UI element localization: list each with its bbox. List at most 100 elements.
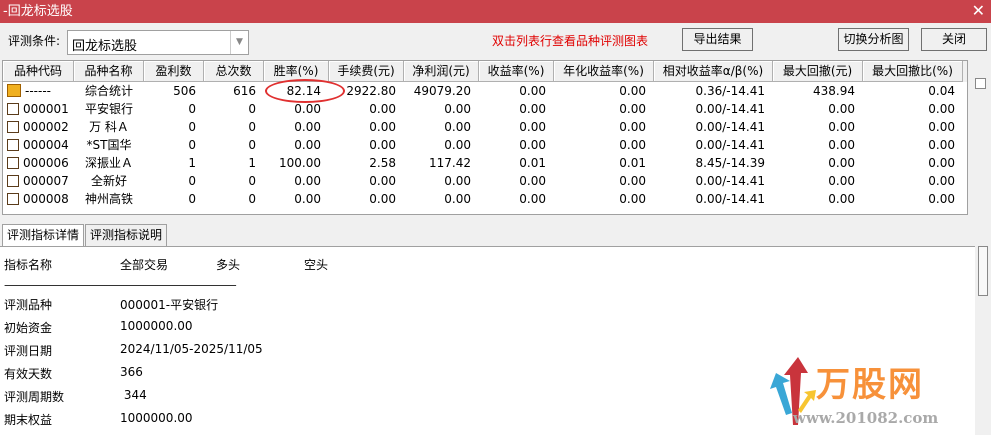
- table-cell: 0.00: [828, 120, 855, 134]
- column-header[interactable]: 盈利数: [144, 61, 204, 82]
- table-cell: 0: [248, 120, 256, 134]
- document-icon: [7, 139, 19, 151]
- table-cell: *ST国华: [86, 138, 132, 152]
- table-cell: 0.00: [928, 156, 955, 170]
- table-cell: 0: [188, 120, 196, 134]
- table-cell: 0.00: [619, 192, 646, 206]
- indicator-value: 366: [120, 365, 143, 379]
- table-cell: 438.94: [813, 84, 855, 98]
- table-cell: 0.00: [444, 174, 471, 188]
- table-cell: 616: [233, 84, 256, 98]
- table-cell: 0.00: [444, 102, 471, 116]
- table-cell: 506: [173, 84, 196, 98]
- watermark-logo: 万股网 www.201082.com: [768, 355, 978, 430]
- column-header[interactable]: 总次数: [204, 61, 264, 82]
- column-header[interactable]: 手续费(元): [329, 61, 404, 82]
- close-icon[interactable]: ✕: [972, 0, 985, 22]
- column-header[interactable]: 胜率(%): [264, 61, 329, 82]
- header-long: 多头: [216, 258, 241, 272]
- table-cell: 000004: [3, 136, 74, 154]
- table-row[interactable]: 000004 *ST国华 0 0 0.00 0.00 0.00 0.00 0.00 0.00/-1…: [3, 136, 967, 154]
- table-cell: 0.00: [294, 102, 321, 116]
- table-cell: 2922.80: [346, 84, 396, 98]
- table-row[interactable]: 000006 深振业Ａ 1 1 100.00 2.58 117.42 0.01 0.01 8.45…: [3, 154, 967, 172]
- table-cell: 0.00: [928, 120, 955, 134]
- indicator-value: 000001-平安银行: [120, 298, 219, 312]
- table-cell: 0: [248, 102, 256, 116]
- table-cell: 0.00: [369, 120, 396, 134]
- table-cell: 深振业Ａ: [84, 156, 133, 170]
- table-cell: 0.00: [828, 192, 855, 206]
- table-row[interactable]: 000007 全新好 0 0 0.00 0.00 0.00 0.00 0.00 0.00/-14.…: [3, 172, 967, 190]
- table-cell: 1: [248, 156, 256, 170]
- table-cell: 0.00/-14.41: [695, 174, 765, 188]
- cell-text: 000001: [23, 102, 69, 116]
- tab-indicator-details[interactable]: 评测指标详情: [2, 224, 85, 247]
- header-short: 空头: [304, 258, 329, 272]
- table-cell: 0.01: [619, 156, 646, 170]
- cell-text: ------: [25, 84, 51, 98]
- table-cell: 0.00: [519, 120, 546, 134]
- condition-select[interactable]: 回龙标选股 ▼: [67, 30, 249, 55]
- close-button[interactable]: 关闭: [921, 28, 987, 51]
- table-cell: 0.00: [619, 84, 646, 98]
- table-row[interactable]: 000002 万 科Ａ 0 0 0.00 0.00 0.00 0.00 0.00 0.00/-14…: [3, 118, 967, 136]
- cell-text: 000002: [23, 120, 69, 134]
- table-cell: 万 科Ａ: [89, 120, 129, 134]
- indicator-value: 1000000.00: [120, 319, 193, 333]
- table-cell: 0.00: [444, 138, 471, 152]
- column-header[interactable]: 品种名称: [74, 61, 144, 82]
- header-all-trades: 全部交易: [120, 258, 169, 272]
- table-cell: 0.00: [928, 102, 955, 116]
- table-cell: 0.00: [294, 138, 321, 152]
- table-cell: 000006: [3, 154, 74, 172]
- table-row[interactable]: 000001 平安银行 0 0 0.00 0.00 0.00 0.00 0.00 0.00/-14…: [3, 100, 967, 118]
- column-header[interactable]: 最大回撤(元): [773, 61, 863, 82]
- table-cell: 0.04: [928, 84, 955, 98]
- table-cell: 0.00: [519, 84, 546, 98]
- table-row[interactable]: ------ 综合统计 506 616 82.14 2922.80 49079.20 0.00…: [3, 82, 967, 100]
- cell-text: 000004: [23, 138, 69, 152]
- column-header[interactable]: 最大回撤比(%): [863, 61, 963, 82]
- table-cell: 0.00: [519, 174, 546, 188]
- column-header[interactable]: 年化收益率(%): [554, 61, 654, 82]
- hint-text: 双击列表行查看品种评测图表: [492, 34, 649, 48]
- indicator-value: 2024/11/05-2025/11/05: [120, 342, 263, 356]
- column-header[interactable]: 相对收益率α/β(%): [654, 61, 773, 82]
- table-cell: 0.00: [444, 120, 471, 134]
- table-cell: 0.00: [294, 192, 321, 206]
- export-button[interactable]: 导出结果: [682, 28, 753, 51]
- chevron-down-icon[interactable]: ▼: [230, 31, 248, 54]
- table-row[interactable]: 000008 神州高铁 0 0 0.00 0.00 0.00 0.00 0.00 0.00/-14…: [3, 190, 967, 208]
- indicator-name: 评测品种: [4, 298, 53, 312]
- table-cell: 0: [188, 174, 196, 188]
- table-cell: 0.00/-14.41: [695, 120, 765, 134]
- table-cell: 0.00: [619, 174, 646, 188]
- table-cell: 82.14: [286, 84, 321, 98]
- column-header[interactable]: 净利润(元): [404, 61, 479, 82]
- table-cell: 0: [188, 138, 196, 152]
- table-cell: 0.00: [619, 138, 646, 152]
- scroll-thumb[interactable]: [975, 78, 986, 89]
- column-header[interactable]: 收益率(%): [479, 61, 554, 82]
- table-cell: 000008: [3, 190, 74, 208]
- condition-value: 回龙标选股: [72, 39, 138, 54]
- table-cell: 100.00: [279, 156, 321, 170]
- table-cell: 0.00: [928, 192, 955, 206]
- results-table[interactable]: 品种代码 品种名称 盈利数 总次数 胜率(%) 手续费(元) 净利润(元) 收益率(%) 年化收…: [2, 60, 968, 215]
- tab-indicator-description[interactable]: 评测指标说明: [85, 224, 168, 246]
- table-cell: 0.00: [294, 174, 321, 188]
- column-header[interactable]: 品种代码: [3, 61, 74, 82]
- table-scrollbar[interactable]: [970, 60, 990, 215]
- table-cell: 全新好: [90, 174, 127, 188]
- indicator-name: 有效天数: [4, 367, 53, 381]
- switch-chart-button[interactable]: 切换分析图: [838, 28, 909, 51]
- table-cell: 0.01: [519, 156, 546, 170]
- document-icon: [7, 121, 19, 133]
- condition-label: 评测条件:: [8, 34, 61, 48]
- scroll-thumb[interactable]: [978, 246, 988, 296]
- table-cell: 8.45/-14.39: [695, 156, 765, 170]
- detail-tabs: 评测指标详情 评测指标说明: [2, 224, 168, 247]
- table-cell: 神州高铁: [84, 192, 133, 206]
- table-cell: 0.00: [928, 174, 955, 188]
